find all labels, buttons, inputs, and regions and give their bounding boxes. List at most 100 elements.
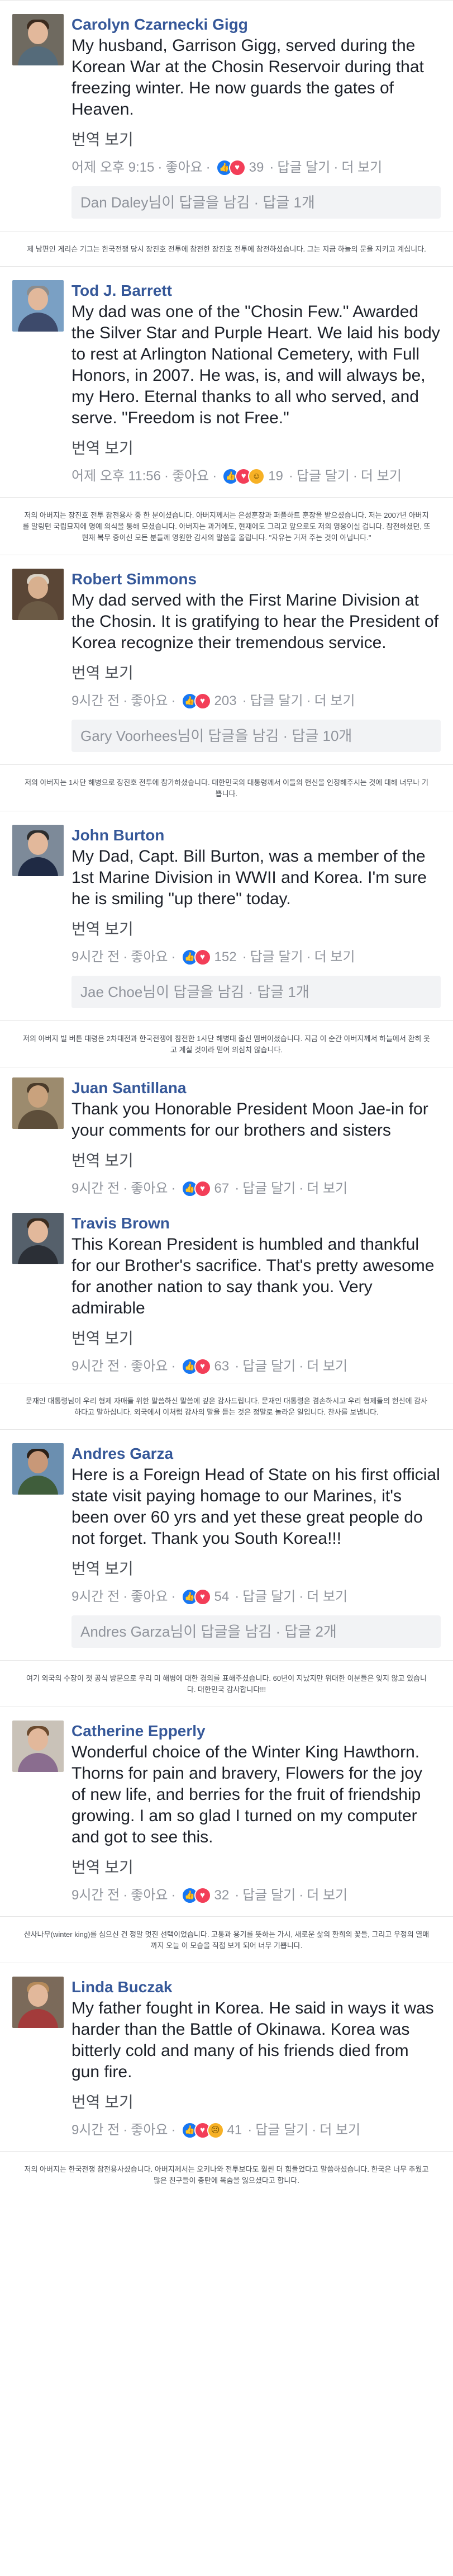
translate-link[interactable]: 번역 보기 xyxy=(71,1329,441,1348)
translate-link[interactable]: 번역 보기 xyxy=(71,1559,441,1578)
avatar[interactable] xyxy=(12,1077,64,1129)
like-button[interactable]: 좋아요 xyxy=(165,159,202,176)
reactions[interactable]: 👍 ♥ xyxy=(181,1589,211,1605)
commenter-name[interactable]: Travis Brown xyxy=(71,1214,441,1233)
like-button[interactable]: 좋아요 xyxy=(131,1887,168,1904)
comment-meta: 9시간 전 · 좋아요 · 👍 ♥ 54 · 답글 달기 · 더 보기 xyxy=(71,1589,348,1605)
translate-link[interactable]: 번역 보기 xyxy=(71,1858,441,1877)
reply-button[interactable]: 답글 달기 xyxy=(255,2122,308,2139)
more-button[interactable]: 더 보기 xyxy=(314,949,355,966)
love-reaction-icon: ♥ xyxy=(194,1887,211,1904)
reaction-count[interactable]: 39 xyxy=(249,159,264,176)
commenter-name[interactable]: Robert Simmons xyxy=(71,570,441,589)
avatar[interactable] xyxy=(12,280,64,332)
reactions[interactable]: 👍 ♥ xyxy=(181,1180,211,1197)
reaction-count[interactable]: 54 xyxy=(214,1589,230,1605)
commenter-name[interactable]: Carolyn Czarnecki Gigg xyxy=(71,15,441,34)
timestamp[interactable]: 9시간 전 xyxy=(71,1589,120,1605)
translate-link[interactable]: 번역 보기 xyxy=(71,920,441,939)
avatar[interactable] xyxy=(12,1721,64,1772)
more-button[interactable]: 더 보기 xyxy=(320,2122,360,2139)
translation-note: 저의 아버지는 1사단 해병으로 장진호 전투에 참가하셨습니다. 대한민국의 … xyxy=(25,778,428,798)
comment: Travis Brown This Korean President is hu… xyxy=(12,1213,441,1375)
reply-button[interactable]: 답글 달기 xyxy=(242,1180,295,1197)
comment-text: Here is a Foreign Head of State on his f… xyxy=(71,1466,440,1548)
reaction-count[interactable]: 203 xyxy=(214,693,237,710)
like-button[interactable]: 좋아요 xyxy=(172,468,209,485)
avatar[interactable] xyxy=(12,1213,64,1264)
translate-link[interactable]: 번역 보기 xyxy=(71,664,441,683)
replies-link[interactable]: Gary Voorhees님이 답글을 남김 · 답글 10개 xyxy=(71,720,441,752)
reactions[interactable]: 👍 ♥ xyxy=(181,1887,211,1904)
more-button[interactable]: 더 보기 xyxy=(341,159,382,176)
like-button[interactable]: 좋아요 xyxy=(131,693,168,710)
comment: Linda Buczak My father fought in Korea. … xyxy=(12,1977,441,2139)
comment-meta: 어제 오후 11:56 · 좋아요 · 👍 ♥ ☺ 19 · 답글 달기 · 더 보기 xyxy=(71,468,402,485)
reply-button[interactable]: 답글 달기 xyxy=(250,949,303,966)
reactions[interactable]: 👍 ♥ ☺ xyxy=(222,468,265,485)
timestamp[interactable]: 9시간 전 xyxy=(71,1887,120,1904)
reply-button[interactable]: 답글 달기 xyxy=(277,159,330,176)
reaction-count[interactable]: 67 xyxy=(214,1180,230,1197)
more-button[interactable]: 더 보기 xyxy=(307,1358,347,1375)
replies-link[interactable]: Andres Garza님이 답글을 남김 · 답글 2개 xyxy=(71,1615,441,1648)
comment-card: John Burton My Dad, Capt. Bill Burton, w… xyxy=(0,811,453,1021)
reactions[interactable]: 👍 ♥ ☹ xyxy=(181,2122,224,2139)
reactions[interactable]: 👍 ♥ xyxy=(181,693,211,710)
translate-link[interactable]: 번역 보기 xyxy=(71,2093,441,2112)
comment-meta: 어제 오후 9:15 · 좋아요 · 👍 ♥ 39 · 답글 달기 · 더 보기 xyxy=(71,159,383,176)
reaction-count[interactable]: 63 xyxy=(214,1358,230,1375)
commenter-name[interactable]: John Burton xyxy=(71,826,441,845)
reply-button[interactable]: 답글 달기 xyxy=(250,693,303,710)
avatar[interactable] xyxy=(12,825,64,876)
reaction-count[interactable]: 41 xyxy=(227,2122,242,2139)
more-button[interactable]: 더 보기 xyxy=(361,468,402,485)
like-button[interactable]: 좋아요 xyxy=(131,1358,168,1375)
reaction-count[interactable]: 32 xyxy=(214,1887,230,1904)
like-button[interactable]: 좋아요 xyxy=(131,2122,168,2139)
translation-note: 저의 아버지 빌 버튼 대령은 2차대전과 한국전쟁에 참전한 1사단 해병대 … xyxy=(23,1034,430,1054)
replies-link[interactable]: Jae Choe님이 답글을 남김 · 답글 1개 xyxy=(71,976,441,1008)
commenter-name[interactable]: Linda Buczak xyxy=(71,1978,441,1997)
translate-link[interactable]: 번역 보기 xyxy=(71,1151,441,1170)
more-button[interactable]: 더 보기 xyxy=(307,1887,347,1904)
translate-link[interactable]: 번역 보기 xyxy=(71,130,441,149)
more-button[interactable]: 더 보기 xyxy=(307,1180,347,1197)
comment: Carolyn Czarnecki Gigg My husband, Garri… xyxy=(12,14,441,219)
love-reaction-icon: ♥ xyxy=(194,949,211,966)
more-button[interactable]: 더 보기 xyxy=(307,1589,347,1605)
translate-link[interactable]: 번역 보기 xyxy=(71,439,441,458)
timestamp[interactable]: 9시간 전 xyxy=(71,2122,120,2139)
avatar[interactable] xyxy=(12,1443,64,1495)
reactions[interactable]: 👍 ♥ xyxy=(181,949,211,966)
translation-note: 산사나무(winter king)를 심으신 건 정말 멋진 선택이었습니다. … xyxy=(23,1930,430,1950)
reaction-count[interactable]: 19 xyxy=(268,468,283,485)
timestamp[interactable]: 9시간 전 xyxy=(71,1358,120,1375)
love-reaction-icon: ♥ xyxy=(194,1589,211,1605)
like-button[interactable]: 좋아요 xyxy=(131,1180,168,1197)
reply-button[interactable]: 답글 달기 xyxy=(242,1589,295,1605)
commenter-name[interactable]: Catherine Epperly xyxy=(71,1722,441,1741)
timestamp[interactable]: 9시간 전 xyxy=(71,949,120,966)
timestamp[interactable]: 9시간 전 xyxy=(71,693,120,710)
like-button[interactable]: 좋아요 xyxy=(131,1589,168,1605)
reply-button[interactable]: 답글 달기 xyxy=(297,468,350,485)
timestamp[interactable]: 어제 오후 11:56 xyxy=(71,468,161,485)
timestamp[interactable]: 어제 오후 9:15 xyxy=(71,159,154,176)
replies-link[interactable]: Dan Daley님이 답글을 남김 · 답글 1개 xyxy=(71,186,441,219)
reply-button[interactable]: 답글 달기 xyxy=(242,1887,295,1904)
timestamp[interactable]: 9시간 전 xyxy=(71,1180,120,1197)
reply-button[interactable]: 답글 달기 xyxy=(242,1358,295,1375)
like-button[interactable]: 좋아요 xyxy=(131,949,168,966)
avatar[interactable] xyxy=(12,1977,64,2028)
commenter-name[interactable]: Tod J. Barrett xyxy=(71,281,441,300)
avatar[interactable] xyxy=(12,569,64,620)
reactions[interactable]: 👍 ♥ xyxy=(216,159,246,176)
comment-meta: 9시간 전 · 좋아요 · 👍 ♥ 152 · 답글 달기 · 더 보기 xyxy=(71,949,355,966)
reaction-count[interactable]: 152 xyxy=(214,949,237,966)
reactions[interactable]: 👍 ♥ xyxy=(181,1358,211,1375)
commenter-name[interactable]: Juan Santillana xyxy=(71,1079,441,1098)
more-button[interactable]: 더 보기 xyxy=(314,693,355,710)
commenter-name[interactable]: Andres Garza xyxy=(71,1444,441,1463)
avatar[interactable] xyxy=(12,14,64,65)
